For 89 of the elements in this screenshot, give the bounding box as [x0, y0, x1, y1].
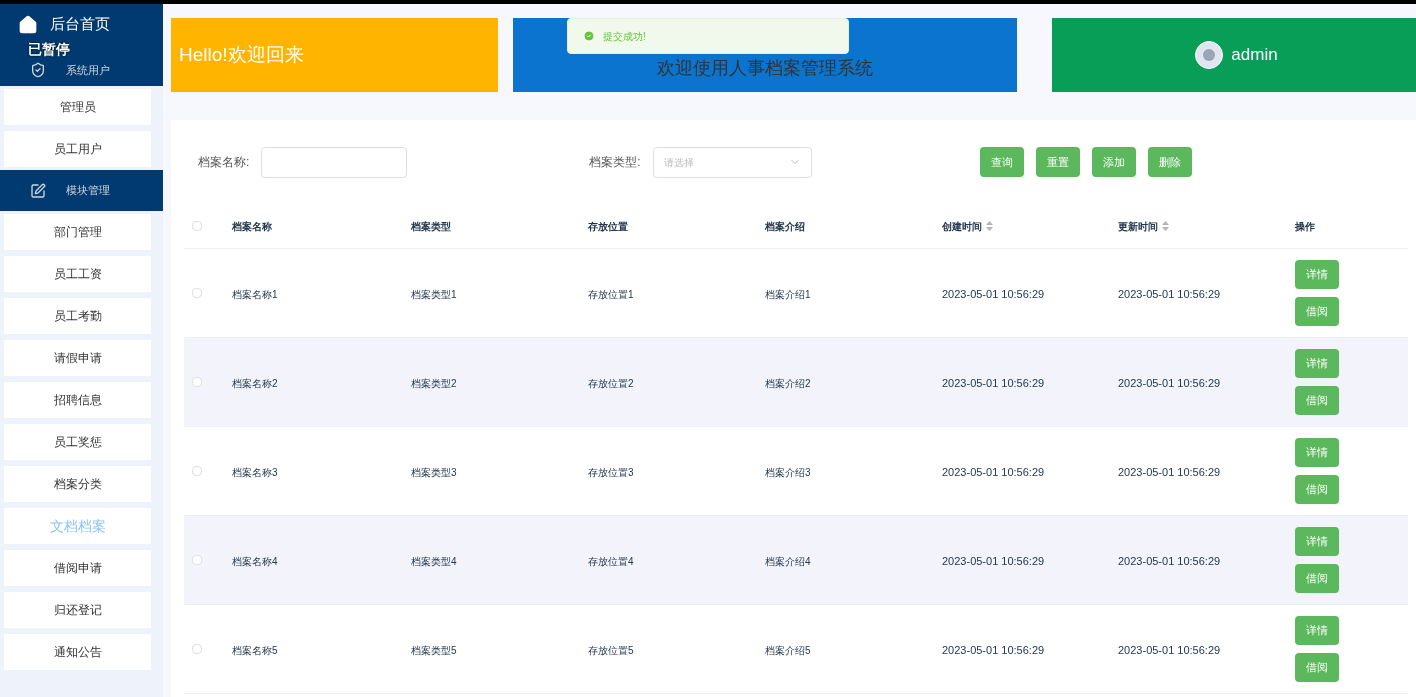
table-cell: 档案介绍1: [765, 289, 811, 300]
action-button[interactable]: 重置: [1035, 147, 1080, 177]
sidebar-item[interactable]: 通知公告: [4, 634, 151, 670]
table-cell: 档案介绍2: [765, 378, 811, 389]
greeting-text: Hello!欢迎回来: [179, 42, 304, 67]
sidebar-header[interactable]: 模块管理: [66, 182, 110, 199]
sidebar-item[interactable]: 招聘信息: [4, 382, 151, 418]
table-cell: 档案名称1: [232, 289, 278, 300]
sidebar-item[interactable]: 请假申请: [4, 340, 151, 376]
row-checkbox[interactable]: [192, 555, 202, 565]
column-header: 操作: [1295, 219, 1315, 234]
column-header: 创建时间: [942, 219, 982, 234]
sidebar-item[interactable]: 管理员: [4, 89, 151, 125]
borrow-button[interactable]: 借阅: [1295, 386, 1339, 415]
home-icon: [18, 14, 38, 35]
column-header: 档案名称: [232, 219, 272, 234]
sidebar-item[interactable]: 档案分类: [4, 466, 151, 502]
system-title: 欢迎使用人事档案管理系统: [657, 57, 873, 80]
table-cell: 2023-05-01 10:56:29: [942, 466, 1045, 478]
table-cell: 2023-05-01 10:56:29: [1118, 555, 1221, 567]
success-icon: [583, 30, 595, 42]
table-cell: 档案类型3: [411, 467, 457, 478]
table-cell: 档案名称2: [232, 378, 278, 389]
sidebar-item[interactable]: 文档档案: [4, 508, 151, 544]
borrow-button[interactable]: 借阅: [1295, 653, 1339, 682]
row-checkbox[interactable]: [192, 466, 202, 476]
sidebar-item[interactable]: 员工考勤: [4, 298, 151, 334]
table-cell: 档案介绍4: [765, 556, 811, 567]
sidebar-header[interactable]: 系统用户: [66, 61, 110, 78]
table-cell: 存放位置2: [588, 378, 634, 389]
sidebar-item[interactable]: 员工工资: [4, 256, 151, 292]
select-all-checkbox[interactable]: [192, 221, 202, 231]
details-button[interactable]: 详情: [1295, 527, 1339, 556]
edit-icon: [30, 182, 46, 199]
borrow-button[interactable]: 借阅: [1295, 297, 1339, 326]
details-button[interactable]: 详情: [1295, 349, 1339, 378]
filter-label: 档案类型:: [589, 154, 641, 171]
sidebar-item[interactable]: 部门管理: [4, 214, 151, 250]
borrow-button[interactable]: 借阅: [1295, 475, 1339, 504]
action-button[interactable]: 查询: [979, 147, 1024, 177]
table-cell: 2023-05-01 10:56:29: [1118, 288, 1221, 300]
shield-icon: [30, 62, 46, 78]
table-cell: 存放位置3: [588, 467, 634, 478]
table-cell: 档案介绍5: [765, 645, 811, 656]
table-cell: 存放位置5: [588, 645, 634, 656]
action-button[interactable]: 添加: [1091, 147, 1136, 177]
details-button[interactable]: 详情: [1295, 616, 1339, 645]
table-cell: 档案类型4: [411, 556, 457, 567]
table-cell: 2023-05-01 10:56:29: [942, 644, 1045, 656]
sidebar-item[interactable]: 借阅申请: [4, 550, 151, 586]
sidebar-item[interactable]: 归还登记: [4, 592, 151, 628]
toast-message: 提交成功!: [603, 29, 646, 44]
table-cell: 档案名称4: [232, 556, 278, 567]
username: admin: [1231, 44, 1278, 67]
table-cell: 档案介绍3: [765, 467, 811, 478]
row-checkbox[interactable]: [192, 288, 202, 298]
sidebar-item[interactable]: 员工用户: [4, 131, 151, 167]
column-header: 更新时间: [1118, 219, 1158, 234]
action-button[interactable]: 删除: [1147, 147, 1192, 177]
row-checkbox[interactable]: [192, 377, 202, 387]
type-select[interactable]: 请选择: [652, 146, 812, 178]
table-cell: 2023-05-01 10:56:29: [942, 555, 1045, 567]
table-cell: 存放位置4: [588, 556, 634, 567]
row-checkbox[interactable]: [192, 644, 202, 654]
select-placeholder: 请选择: [663, 155, 694, 170]
borrow-button[interactable]: 借阅: [1295, 564, 1339, 593]
details-button[interactable]: 详情: [1295, 438, 1339, 467]
column-header: 档案介绍: [765, 219, 805, 234]
table-cell: 2023-05-01 10:56:29: [1118, 377, 1221, 389]
column-header: 存放位置: [588, 219, 628, 234]
table-cell: 2023-05-01 10:56:29: [942, 288, 1045, 300]
sidebar-item[interactable]: 员工奖惩: [4, 424, 151, 460]
avatar[interactable]: [1195, 41, 1224, 69]
table-cell: 档案名称3: [232, 467, 278, 478]
table-cell: 档案类型1: [411, 289, 457, 300]
table-cell: 档案类型2: [411, 378, 457, 389]
table-cell: 档案名称5: [232, 645, 278, 656]
details-button[interactable]: 详情: [1295, 260, 1339, 289]
table-cell: 2023-05-01 10:56:29: [942, 377, 1045, 389]
table-cell: 2023-05-01 10:56:29: [1118, 644, 1221, 656]
table-cell: 档案类型5: [411, 645, 457, 656]
paused-label: 已暂停: [28, 41, 70, 57]
filter-label: 档案名称:: [198, 154, 250, 171]
table-cell: 2023-05-01 10:56:29: [1118, 466, 1221, 478]
name-field[interactable]: [261, 146, 408, 178]
sort-icon[interactable]: [986, 221, 993, 231]
column-header: 档案类型: [411, 219, 451, 234]
table-cell: 存放位置1: [588, 289, 634, 300]
sort-icon[interactable]: [1162, 221, 1169, 231]
